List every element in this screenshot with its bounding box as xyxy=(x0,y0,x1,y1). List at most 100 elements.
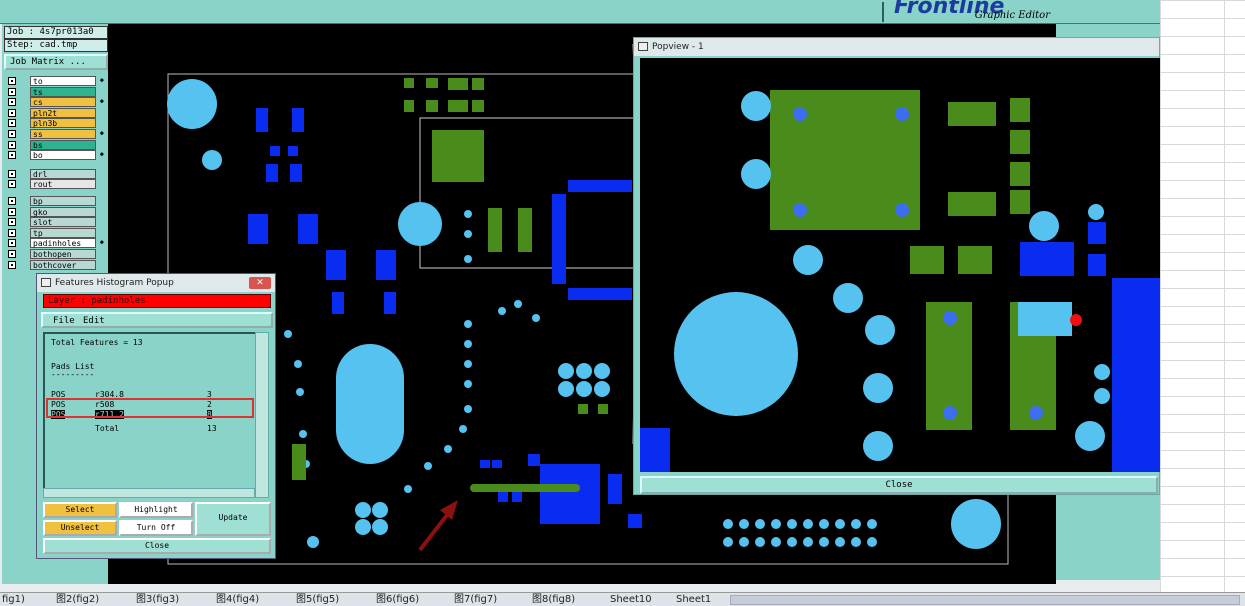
job-matrix-button[interactable]: Job Matrix ... xyxy=(4,54,108,70)
layer-row-drl[interactable]: drl xyxy=(8,168,106,179)
histogram-menubar: File Edit xyxy=(41,312,273,328)
layer-checkbox[interactable] xyxy=(8,228,16,237)
brand-area: Frontline Graphic Editor xyxy=(882,0,1058,22)
arrow-icon: ◆ xyxy=(99,97,104,106)
job-label: Job : 4s7pr013a0 xyxy=(4,26,108,39)
update-button[interactable]: Update xyxy=(195,502,271,536)
spreadsheet-grid xyxy=(1160,0,1245,592)
total-features: Total Features = 13 xyxy=(51,338,143,347)
total-label: Total xyxy=(95,424,120,433)
layer-checkbox[interactable] xyxy=(8,151,16,160)
popview-graphics xyxy=(640,90,1160,472)
layer-name[interactable]: bothcover xyxy=(30,259,96,270)
arrow-icon: ◆ xyxy=(99,129,104,137)
sheet-tab[interactable]: Sheet1 xyxy=(676,594,711,606)
vertical-scrollbar[interactable] xyxy=(255,332,269,498)
highlight-button[interactable]: Highlight xyxy=(119,502,193,518)
layer-row-padinholes[interactable]: padinholes ◆ xyxy=(8,238,106,249)
sheet-tab[interactable]: 图5(fig5) xyxy=(296,594,339,606)
total-value: 13 xyxy=(207,424,217,433)
layer-checkbox[interactable] xyxy=(8,218,16,227)
layer-row-bothopen[interactable]: bothopen xyxy=(8,249,106,259)
layer-name[interactable]: padinholes xyxy=(30,238,96,249)
layer-checkbox[interactable] xyxy=(8,119,16,128)
layer-checkbox[interactable] xyxy=(8,207,16,216)
layer-row-pln2t[interactable]: pln2t xyxy=(8,107,106,118)
sheet-tab[interactable]: 图3(fig3) xyxy=(136,594,179,606)
layer-row-ts[interactable]: ts xyxy=(8,86,106,97)
layer-name[interactable]: slot xyxy=(30,217,96,228)
layer-checkbox[interactable] xyxy=(8,130,16,138)
layer-checkbox[interactable] xyxy=(8,169,16,178)
horizontal-scrollbar[interactable] xyxy=(43,488,255,498)
brand-subtitle: Graphic Editor xyxy=(974,10,1050,21)
layer-row-bo[interactable]: bo ◆ xyxy=(8,150,106,161)
layer-row-slot[interactable]: slot xyxy=(8,217,106,228)
layer-checkbox[interactable] xyxy=(8,98,16,107)
popview-close-button[interactable]: Close xyxy=(640,476,1158,494)
sheet-tab[interactable]: fig1) xyxy=(2,594,25,606)
menu-file[interactable]: File xyxy=(53,315,75,327)
layer-name[interactable]: tp xyxy=(30,227,96,238)
histogram-title: Features Histogram Popup xyxy=(55,278,174,288)
layer-checkbox[interactable] xyxy=(8,108,16,117)
turn-off-button[interactable]: Turn Off xyxy=(119,520,193,536)
sheet-tab[interactable]: 图6(fig6) xyxy=(376,594,419,606)
layer-checkbox[interactable] xyxy=(8,239,16,248)
arrow-icon: ◆ xyxy=(99,238,104,247)
layer-row-gko[interactable]: gko xyxy=(8,206,106,217)
sheet-tab[interactable]: 图2(fig2) xyxy=(56,594,99,606)
layer-row-tp[interactable]: tp xyxy=(8,227,106,238)
sheet-tabs: fig1) 图2(fig2) 图3(fig3) 图4(fig4) 图5(fig5) 图6(… xyxy=(0,592,1245,606)
popview-titlebar[interactable]: Popview - 1 xyxy=(634,38,1159,56)
layer-name[interactable]: drl xyxy=(30,168,96,179)
sheet-tab[interactable]: 图8(fig8) xyxy=(532,594,575,606)
layer-name[interactable]: ss xyxy=(30,129,96,139)
popview-window: Popview - 1 Close xyxy=(633,37,1160,495)
histogram-close-button[interactable]: Close xyxy=(43,538,271,554)
sheet-tab[interactable]: 图7(fig7) xyxy=(454,594,497,606)
layer-checkbox[interactable] xyxy=(8,77,16,85)
layer-checkbox[interactable] xyxy=(8,140,16,149)
step-label: Step: cad.tmp xyxy=(4,39,108,52)
layer-row-cs[interactable]: cs ◆ xyxy=(8,97,106,108)
layer-checkbox[interactable] xyxy=(8,180,16,189)
sheet-scrollbar[interactable] xyxy=(730,595,1240,605)
layer-name[interactable]: cs xyxy=(30,97,96,108)
unselect-button[interactable]: Unselect xyxy=(43,520,117,536)
popview-title: Popview - 1 xyxy=(652,42,704,52)
layer-name[interactable]: pln2t xyxy=(30,107,96,118)
layer-row-bs[interactable]: bs xyxy=(8,139,106,150)
layer-checkbox[interactable] xyxy=(8,260,16,269)
layer-row-pln3b[interactable]: pln3b xyxy=(8,118,106,129)
layer-name[interactable]: bothopen xyxy=(30,249,96,259)
layer-name[interactable]: gko xyxy=(30,206,96,217)
layer-indicator: Layer : padinholes xyxy=(43,294,271,308)
menu-edit[interactable]: Edit xyxy=(83,315,105,327)
layer-name[interactable]: bo xyxy=(30,150,96,161)
histogram-titlebar[interactable]: Features Histogram Popup ✕ xyxy=(37,274,275,292)
layer-checkbox[interactable] xyxy=(8,197,16,205)
select-button[interactable]: Select xyxy=(43,502,117,518)
row-highlight-box xyxy=(46,398,254,418)
layer-row-ss[interactable]: ss ◆ xyxy=(8,129,106,139)
close-icon[interactable]: ✕ xyxy=(249,277,271,289)
sheet-tab[interactable]: Sheet10 xyxy=(610,594,652,606)
layer-name[interactable]: to xyxy=(30,76,96,86)
layer-name[interactable]: pln3b xyxy=(30,118,96,129)
layer-row-bothcover[interactable]: bothcover xyxy=(8,259,106,270)
layer-name[interactable]: ts xyxy=(30,86,96,97)
layer-row-rout[interactable]: rout xyxy=(8,179,106,190)
pads-divider: --------- xyxy=(51,370,95,379)
layer-checkbox[interactable] xyxy=(8,87,16,96)
layer-name[interactable]: bp xyxy=(30,196,96,206)
layer-row-bp[interactable]: bp xyxy=(8,196,106,206)
layer-name[interactable]: rout xyxy=(30,179,96,190)
layer-name[interactable]: bs xyxy=(30,139,96,150)
layer-row-to[interactable]: to ◆ xyxy=(8,76,106,86)
annotation-arrow xyxy=(418,500,458,552)
popview-viewport[interactable] xyxy=(640,58,1160,472)
layer-checkbox[interactable] xyxy=(8,250,16,258)
arrow-icon: ◆ xyxy=(99,76,104,84)
sheet-tab[interactable]: 图4(fig4) xyxy=(216,594,259,606)
